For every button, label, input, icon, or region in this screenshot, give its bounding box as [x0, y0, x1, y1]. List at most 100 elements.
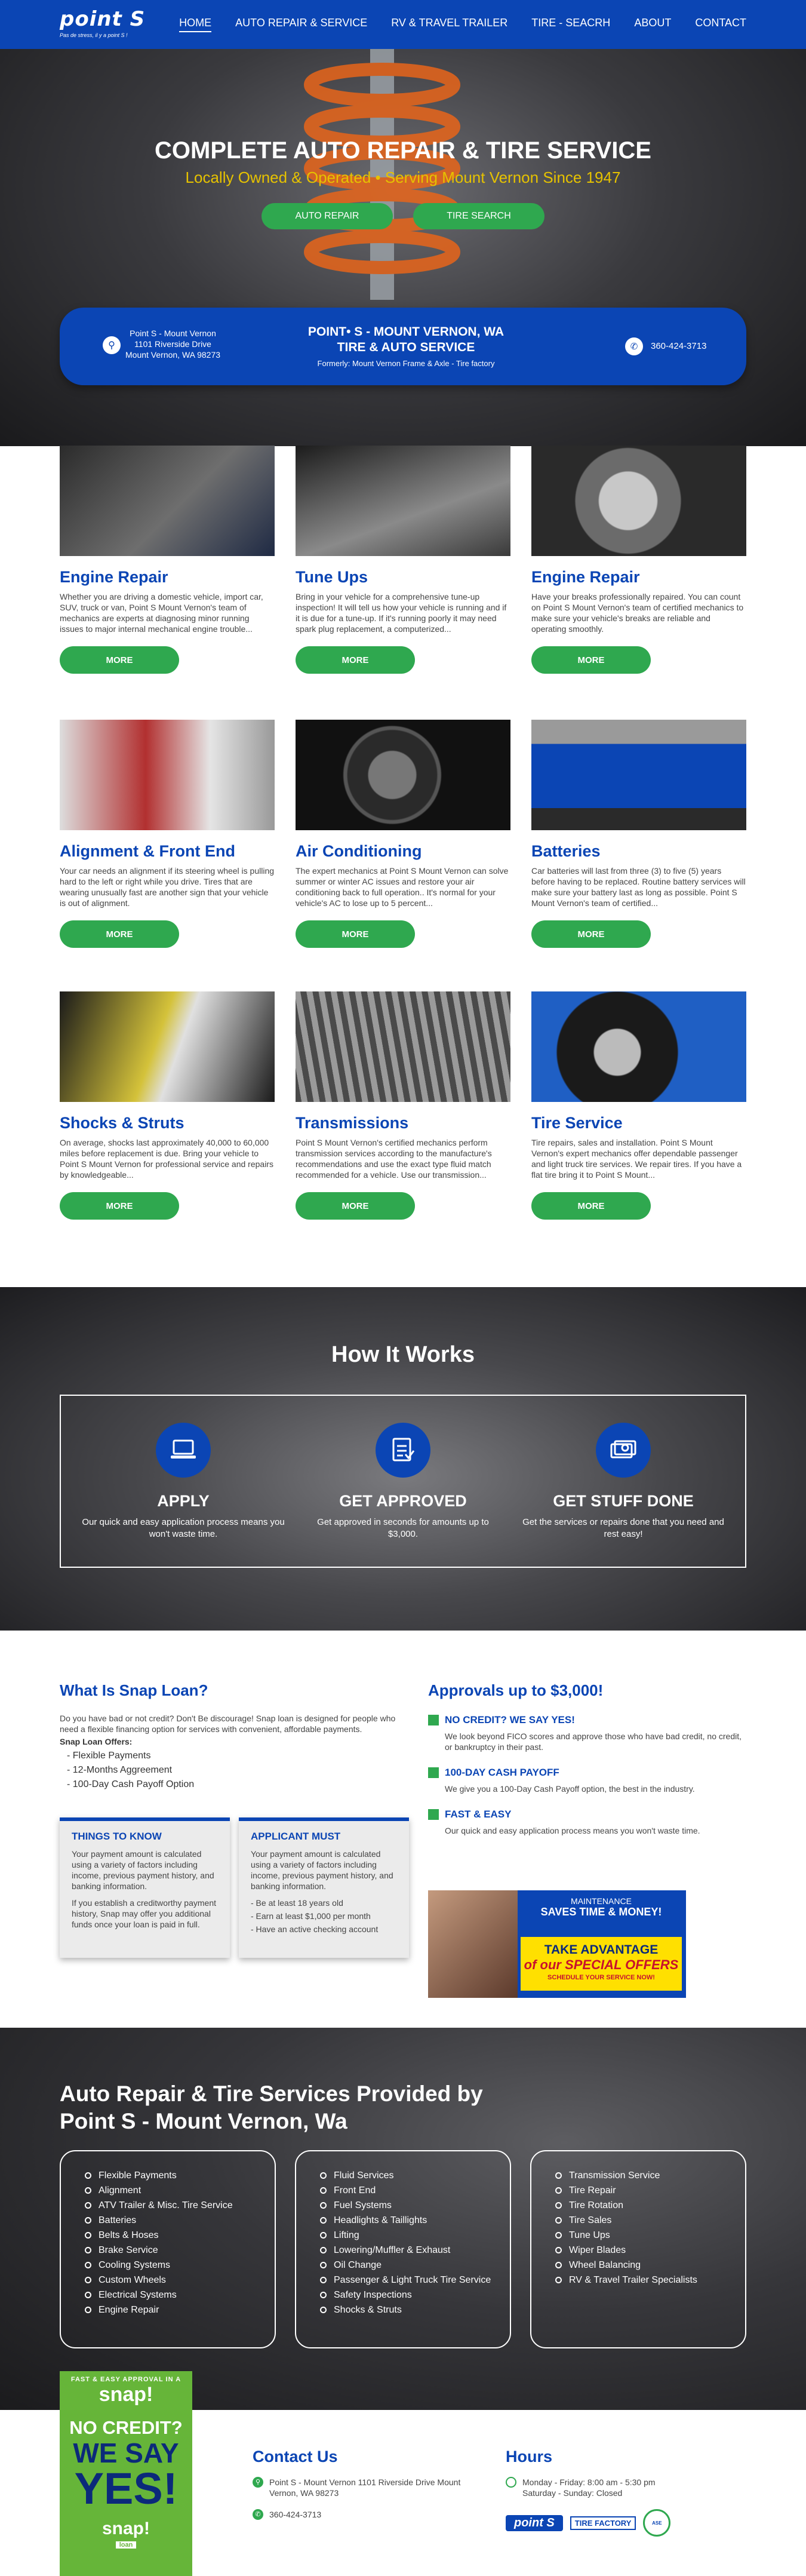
approvals-title: Approvals up to $3,000! [428, 1681, 604, 1699]
list-item: Engine Repair [85, 2302, 275, 2317]
circle-bullet-icon [555, 2172, 562, 2179]
transmissions-image [296, 991, 510, 1102]
more-button[interactable]: MORE [531, 646, 651, 674]
ad-top-text: FAST & EASY APPROVAL IN A [70, 2376, 181, 2383]
nav-tire-search[interactable]: TIRE - SEACRH [531, 17, 610, 32]
laptop-icon [156, 1423, 211, 1478]
circle-bullet-icon [85, 2232, 91, 2239]
circle-bullet-icon [555, 2247, 562, 2253]
more-button[interactable]: MORE [60, 646, 179, 674]
more-button[interactable]: MORE [60, 920, 179, 948]
service-title: Air Conditioning [296, 842, 422, 860]
requirements-list: - Be at least 18 years old - Earn at lea… [251, 1896, 397, 1936]
more-button[interactable]: MORE [531, 1192, 651, 1220]
contact-phone-row: ✆ 360-424-3713 [253, 2509, 491, 2520]
hours-weekday: Monday - Friday: 8:00 am - 5:30 pm [522, 2477, 656, 2487]
snap-loan-section: What Is Snap Loan? Do you have bad or no… [60, 1681, 409, 1958]
box-title: THINGS TO KNOW [72, 1831, 162, 1842]
phone-icon: ✆ [625, 337, 643, 355]
circle-bullet-icon [555, 2262, 562, 2268]
list-item: Alignment [85, 2183, 275, 2198]
clock-icon [506, 2477, 516, 2488]
formerly-text: Formerly: Mount Vernon Frame & Axle - Ti… [317, 359, 495, 368]
contact-address-row: ⚲ Point S - Mount Vernon 1101 Riverside … [253, 2477, 491, 2498]
contact-title: Contact Us [253, 2448, 338, 2466]
section-title: How It Works [331, 1342, 475, 1367]
circle-bullet-icon [85, 2277, 91, 2283]
phone-number[interactable]: 360-424-3713 [651, 341, 706, 351]
contact-address: Point S - Mount Vernon 1101 Riverside Dr… [269, 2477, 461, 2498]
address-line-2: 1101 Riverside Drive [134, 339, 211, 349]
more-button[interactable]: MORE [296, 1192, 415, 1220]
circle-bullet-icon [555, 2217, 562, 2224]
circle-bullet-icon [320, 2307, 327, 2313]
shocks-struts-image [60, 991, 275, 1102]
circle-bullet-icon [320, 2232, 327, 2239]
map-pin-icon: ⚲ [103, 336, 121, 354]
box-title: APPLICANT MUST [251, 1831, 341, 1842]
service-description: Point S Mount Vernon's certified mechani… [296, 1138, 492, 1180]
address-line-1: Point S - Mount Vernon [130, 328, 216, 338]
more-button[interactable]: MORE [531, 920, 651, 948]
snap-loan-ad[interactable]: FAST & EASY APPROVAL IN A snap! NO CREDI… [60, 2371, 192, 2576]
nav-rv-trailer[interactable]: RV & TRAVEL TRAILER [391, 17, 507, 32]
service-title: Alignment & Front End [60, 842, 235, 860]
more-button[interactable]: MORE [296, 920, 415, 948]
list-item: - Have an active checking account [251, 1924, 379, 1934]
list-item: Front End [320, 2183, 510, 2198]
list-item: Custom Wheels [85, 2273, 275, 2288]
logo[interactable]: point S Pas de stress, il y a point S ! [60, 7, 145, 38]
service-title: Tire Service [531, 1114, 623, 1132]
circle-bullet-icon [85, 2172, 91, 2179]
ad-no-credit: NO CREDIT? [69, 2417, 183, 2438]
service-card: Tire Service Tire repairs, sales and ins… [531, 991, 746, 1220]
more-button[interactable]: MORE [60, 1192, 179, 1220]
list-item: Belts & Hoses [85, 2228, 275, 2243]
step-apply: APPLY Our quick and easy application pro… [82, 1423, 285, 1540]
approvals-section: Approvals up to $3,000! NO CREDIT? WE SA… [428, 1681, 750, 1998]
batteries-image [531, 720, 746, 830]
approval-description: We give you a 100-Day Cash Payoff option… [445, 1784, 695, 1794]
service-description: Your car needs an alignment if its steer… [60, 866, 275, 908]
site-header: point S Pas de stress, il y a point S ! … [0, 0, 806, 49]
nav-auto-repair[interactable]: AUTO REPAIR & SERVICE [235, 17, 367, 32]
nav-about[interactable]: ABOUT [634, 17, 671, 32]
map-pin-icon: ⚲ [253, 2477, 263, 2488]
ad-loan-tag: loan [115, 2541, 137, 2549]
contact-phone[interactable]: 360-424-3713 [269, 2509, 321, 2520]
list-item: Wheel Balancing [555, 2258, 745, 2273]
logo-tagline: Pas de stress, il y a point S ! [60, 32, 128, 38]
service-card: Air Conditioning The expert mechanics at… [296, 720, 510, 948]
step-title: APPLY [157, 1492, 210, 1510]
nav-home[interactable]: HOME [179, 17, 212, 32]
more-button[interactable]: MORE [296, 646, 415, 674]
list-item: Wiper Blades [555, 2243, 745, 2258]
list-item: Brake Service [85, 2243, 275, 2258]
circle-bullet-icon [85, 2202, 91, 2209]
auto-repair-button[interactable]: AUTO REPAIR [262, 203, 393, 229]
address: Point S - Mount Vernon 1101 Riverside Dr… [125, 328, 220, 360]
circle-bullet-icon [85, 2307, 91, 2313]
approval-heading: NO CREDIT? WE SAY YES! [445, 1714, 575, 1725]
service-card: Engine Repair Whether you are driving a … [60, 446, 275, 674]
list-item: Tire Sales [555, 2213, 745, 2228]
steps-box: APPLY Our quick and easy application pro… [60, 1395, 746, 1568]
nav-contact[interactable]: CONTACT [695, 17, 746, 32]
step-title: GET STUFF DONE [553, 1492, 694, 1510]
tire-search-button[interactable]: TIRE SEARCH [413, 203, 544, 229]
service-description: The expert mechanics at Point S Mount Ve… [296, 866, 509, 908]
circle-bullet-icon [555, 2277, 562, 2283]
special-offers-banner[interactable]: MAINTENANCE SAVES TIME & MONEY! TAKE ADV… [428, 1890, 686, 1998]
list-item: Headlights & Taillights [320, 2213, 510, 2228]
step-description: Our quick and easy application process m… [82, 1517, 285, 1539]
circle-bullet-icon [85, 2292, 91, 2298]
service-title: Transmissions [296, 1114, 409, 1132]
logo-text: point S [60, 7, 146, 31]
approval-description: Our quick and easy application process m… [445, 1826, 700, 1835]
service-card: Engine Repair Have your breaks professio… [531, 446, 746, 674]
box-paragraph: Your payment amount is calculated using … [72, 1849, 214, 1891]
circle-bullet-icon [320, 2262, 327, 2268]
approval-item: FAST & EASY Our quick and easy applicati… [428, 1809, 750, 1836]
tire-factory-badge: TIRE FACTORY [570, 2516, 636, 2530]
approval-item: 100-DAY CASH PAYOFF We give you a 100-Da… [428, 1767, 750, 1794]
